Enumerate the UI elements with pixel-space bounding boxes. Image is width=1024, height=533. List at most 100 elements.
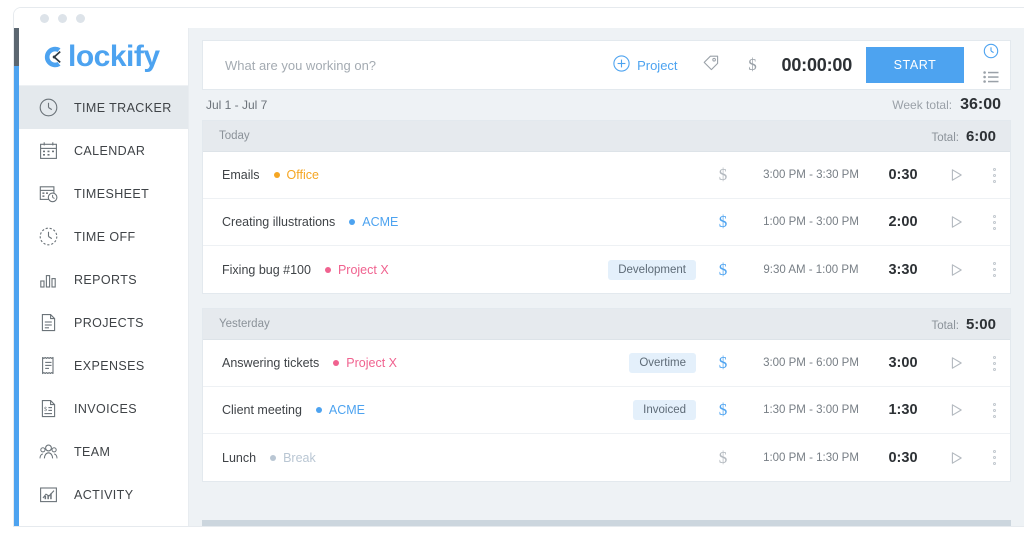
time-entry-row[interactable]: Fixing bug #100 Project X Development $9:30…	[203, 246, 1010, 293]
time-entry-range[interactable]: 1:00 PM - 3:00 PM	[750, 216, 872, 228]
time-entry-duration[interactable]: 3:00	[872, 355, 934, 371]
billable-toggle-button[interactable]: $	[732, 55, 774, 75]
time-entry-play-button[interactable]	[934, 262, 978, 278]
window-close-dot[interactable]	[40, 14, 49, 23]
dollar-icon: $	[719, 260, 728, 280]
entry-group-total-value: 6:00	[966, 128, 996, 145]
time-entry-description[interactable]: Answering tickets	[222, 356, 319, 370]
date-range-label[interactable]: Jul 1 - Jul 7	[206, 98, 267, 112]
time-entry-description[interactable]: Creating illustrations	[222, 215, 335, 229]
time-entry-play-button[interactable]	[934, 167, 978, 183]
sidebar-item-team[interactable]: TEAM	[19, 430, 188, 473]
rail-segment-blue	[14, 66, 19, 526]
time-entry-tag-badge[interactable]: Overtime	[629, 353, 696, 373]
time-entry-project[interactable]: Office	[274, 168, 319, 182]
time-entry-tag-badge[interactable]: Development	[608, 260, 696, 280]
time-entry-range[interactable]: 1:30 PM - 3:00 PM	[750, 404, 872, 416]
time-entry-project[interactable]: ACME	[349, 215, 398, 229]
time-entry-play-button[interactable]	[934, 214, 978, 230]
time-entry-range[interactable]: 9:30 AM - 1:00 PM	[750, 264, 872, 276]
time-entry-project[interactable]: Project X	[325, 263, 389, 277]
time-entry-more-menu[interactable]	[978, 356, 1010, 371]
sidebar-item-expenses[interactable]: EXPENSES	[19, 344, 188, 387]
window-left-rail	[14, 28, 19, 526]
window-minimize-dot[interactable]	[58, 14, 67, 23]
sidebar-item-reports[interactable]: REPORTS	[19, 258, 188, 301]
time-entry-duration[interactable]: 2:00	[872, 214, 934, 230]
timer-bar: Project $ 00:00:00 START	[202, 40, 1011, 90]
time-entry-description[interactable]: Fixing bug #100	[222, 263, 311, 277]
receipt-icon	[39, 356, 58, 375]
clock-icon	[39, 98, 58, 117]
time-entry-more-menu[interactable]	[978, 450, 1010, 465]
week-summary-row: Jul 1 - Jul 7 Week total: 36:00	[202, 90, 1011, 120]
timer-mode-clock-icon[interactable]	[983, 43, 999, 64]
time-entry-play-button[interactable]	[934, 450, 978, 466]
time-entry-description[interactable]: Emails	[222, 168, 260, 182]
time-entry-tag-badge[interactable]: Invoiced	[633, 400, 696, 420]
time-entry-range[interactable]: 3:00 PM - 6:00 PM	[750, 357, 872, 369]
sidebar-item-timesheet[interactable]: TIMESHEET	[19, 172, 188, 215]
sidebar-item-label: REPORTS	[74, 273, 137, 287]
entry-group-title: Today	[219, 130, 250, 142]
timer-description-input[interactable]	[203, 58, 601, 73]
time-entry-description[interactable]: Lunch	[222, 451, 256, 465]
time-entry-more-menu[interactable]	[978, 262, 1010, 277]
time-entry-play-button[interactable]	[934, 402, 978, 418]
project-color-dot	[270, 455, 276, 461]
add-project-label: Project	[637, 58, 677, 73]
time-entry-billable-toggle[interactable]: $	[696, 260, 750, 280]
timesheet-icon	[39, 184, 58, 203]
time-entry-row[interactable]: Client meeting ACME Invoiced$1:30 PM - 3:0…	[203, 387, 1010, 434]
time-entry-range[interactable]: 3:00 PM - 3:30 PM	[750, 169, 872, 181]
time-entry-more-menu[interactable]	[978, 403, 1010, 418]
time-entry-range[interactable]: 1:00 PM - 1:30 PM	[750, 452, 872, 464]
time-entry-billable-toggle[interactable]: $	[696, 212, 750, 232]
start-timer-button[interactable]: START	[866, 47, 964, 83]
project-name: Project X	[346, 356, 397, 370]
horizontal-scrollbar[interactable]	[202, 520, 1011, 526]
sidebar-item-label: TIME OFF	[74, 230, 136, 244]
sidebar-item-time-off[interactable]: TIME OFF	[19, 215, 188, 258]
sidebar-item-activity[interactable]: ACTIVITY	[19, 473, 188, 516]
time-entry-row[interactable]: Creating illustrations ACME $1:00 PM - 3:0…	[203, 199, 1010, 246]
sidebar-item-invoices[interactable]: $INVOICES	[19, 387, 188, 430]
svg-text:$: $	[44, 406, 48, 413]
time-entry-play-button[interactable]	[934, 355, 978, 371]
time-entry-billable-toggle[interactable]: $	[696, 165, 750, 185]
time-entry-duration[interactable]: 1:30	[872, 402, 934, 418]
project-name: ACME	[362, 215, 398, 229]
tag-icon	[702, 54, 720, 77]
project-color-dot	[316, 407, 322, 413]
time-entry-duration[interactable]: 0:30	[872, 450, 934, 466]
sidebar-item-label: TIMESHEET	[74, 187, 149, 201]
add-project-button[interactable]: Project	[601, 55, 689, 75]
time-entry-description[interactable]: Client meeting	[222, 403, 302, 417]
time-entry-duration[interactable]: 3:30	[872, 262, 934, 278]
app-logo-text: lockify	[68, 42, 160, 72]
sidebar-item-time-tracker[interactable]: TIME TRACKER	[19, 86, 188, 129]
time-entry-billable-toggle[interactable]: $	[696, 448, 750, 468]
time-entry-row[interactable]: Answering tickets Project X Overtime $3:00 …	[203, 340, 1010, 387]
sidebar-item-calendar[interactable]: CALENDAR	[19, 129, 188, 172]
time-entry-row[interactable]: Lunch Break $1:00 PM - 1:30 PM0:30	[203, 434, 1010, 481]
time-entry-row[interactable]: Emails Office $3:00 PM - 3:30 PM0:30	[203, 152, 1010, 199]
app-logo[interactable]: lockify	[19, 28, 188, 86]
week-total-value: 36:00	[960, 96, 1001, 114]
timer-mode-list-icon[interactable]	[983, 70, 999, 88]
sidebar-item-label: TEAM	[74, 445, 110, 459]
time-entry-billable-toggle[interactable]: $	[696, 400, 750, 420]
time-entry-project[interactable]: Project X	[333, 356, 397, 370]
main-content: Project $ 00:00:00 START	[189, 28, 1024, 526]
time-entry-billable-toggle[interactable]: $	[696, 353, 750, 373]
time-entry-groups: TodayTotal:6:00EmailsOffice$3:00 PM - 3:…	[202, 120, 1011, 528]
time-entry-project[interactable]: ACME	[316, 403, 365, 417]
add-tag-button[interactable]	[690, 54, 732, 77]
sidebar-item-projects[interactable]: PROJECTS	[19, 301, 188, 344]
window-maximize-dot[interactable]	[76, 14, 85, 23]
time-entry-project[interactable]: Break	[270, 451, 316, 465]
time-entry-more-menu[interactable]	[978, 215, 1010, 230]
time-entry-duration[interactable]: 0:30	[872, 167, 934, 183]
time-entry-more-menu[interactable]	[978, 168, 1010, 183]
dollar-icon: $	[719, 353, 728, 373]
